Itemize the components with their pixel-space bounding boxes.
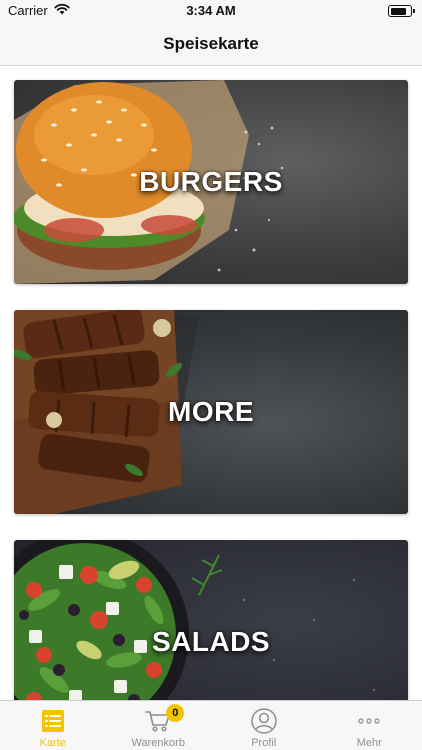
tab-mehr[interactable]: Mehr bbox=[317, 701, 422, 750]
tab-label: Mehr bbox=[356, 737, 382, 749]
tab-label: Warenkorb bbox=[131, 737, 185, 749]
tab-profil[interactable]: Profil bbox=[211, 701, 317, 750]
tab-label: Karte bbox=[39, 737, 66, 749]
status-bar: Carrier 3:34 AM bbox=[0, 0, 422, 22]
category-label: MORE bbox=[168, 396, 254, 427]
category-card-more[interactable]: MORE bbox=[14, 310, 408, 514]
salads-background bbox=[14, 540, 408, 700]
more-dots-icon bbox=[356, 708, 382, 734]
page-title: Speisekarte bbox=[163, 33, 259, 53]
tab-karte[interactable]: Karte bbox=[0, 701, 106, 750]
status-time: 3:34 AM bbox=[186, 3, 236, 18]
salad-image bbox=[14, 540, 376, 700]
cart-count-badge: 0 bbox=[166, 704, 185, 722]
menu-list-icon bbox=[40, 708, 66, 734]
category-label: BURGERS bbox=[139, 166, 283, 197]
tab-warenkorb[interactable]: 0 Warenkorb bbox=[106, 701, 212, 750]
category-card-burgers[interactable]: BURGERS bbox=[14, 80, 408, 284]
tab-label: Profil bbox=[251, 737, 277, 749]
tab-bar: Karte 0 Warenkorb Profil Mehr bbox=[0, 700, 422, 750]
category-card-salads[interactable]: SALADS bbox=[14, 540, 408, 700]
profile-icon bbox=[251, 708, 277, 734]
navigation-bar: Speisekarte bbox=[0, 22, 422, 66]
category-label: SALADS bbox=[151, 626, 271, 657]
category-list[interactable]: BURGERS MORE SALADS bbox=[0, 66, 422, 700]
battery-icon bbox=[388, 5, 415, 17]
